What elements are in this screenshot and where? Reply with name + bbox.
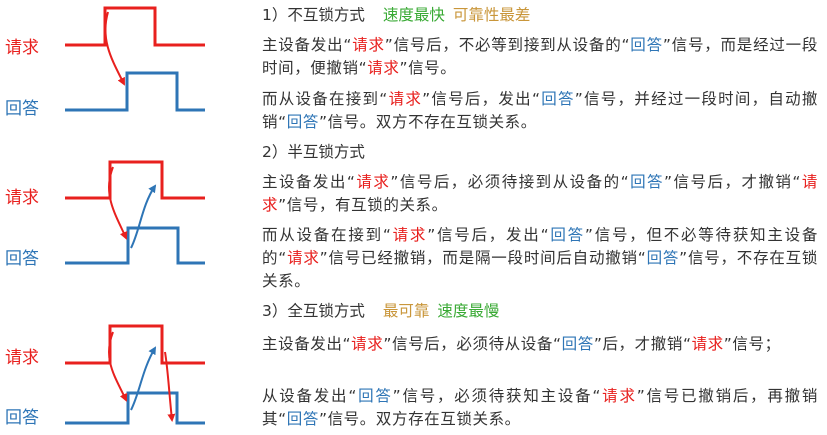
answer-term: 回答 (561, 335, 594, 353)
request-waveform (65, 324, 205, 365)
answer-term: 回答 (630, 36, 663, 54)
section-heading: 2）半互锁方式 (262, 141, 365, 163)
text-run: 而从设备在接到“ (262, 90, 388, 108)
answer-waveform (65, 391, 205, 425)
answer-term: 回答 (540, 90, 575, 108)
text-run: ”信号。双方不存在互锁关系。 (318, 113, 537, 131)
request-waveform (65, 6, 205, 47)
text-run: ”信号，必须待获知主设备“ (392, 387, 602, 405)
diagram-semi-interlocked (65, 160, 205, 265)
text-run: ”信号，有互锁的关系。 (278, 196, 448, 214)
diagram-non-interlocked (65, 6, 205, 112)
text-run: ”信号后，不必等到接到从设备的“ (384, 36, 631, 54)
request-term: 请求 (601, 387, 637, 405)
request-term: 请求 (691, 335, 724, 353)
request-term: 请求 (367, 59, 400, 77)
answer-waveform (65, 71, 205, 112)
paragraph: 而从设备在接到“请求”信号后，发出“回答”信号，并经过一段时间，自动撤销“回答”… (262, 88, 818, 134)
answer-term: 回答 (356, 387, 393, 405)
paragraph: 而从设备在接到“请求”信号后，发出“回答”信号，但不必等待获知主设备的“请求”信… (262, 224, 818, 293)
request-term: 请求 (391, 226, 428, 244)
request-term: 请求 (352, 36, 385, 54)
text-run: ”信号后，发出“ (422, 90, 541, 108)
text-run: ”后，才撤销“ (593, 335, 692, 353)
request-to-answer-arrow (104, 11, 125, 86)
request-term: 请求 (387, 90, 423, 108)
tag: 可靠性最差 (452, 6, 531, 24)
section-heading: 3）全互锁方式 最可靠 速度最慢 (262, 300, 499, 322)
request-to-answer-arrow (108, 331, 128, 402)
paragraph: 主设备发出“请求”信号后，必须待接到从设备的“回答”信号后，才撤销“请求”信号，… (262, 171, 818, 217)
text-run: ”信号后，发出“ (427, 226, 550, 244)
paragraph: 主设备发出“请求”信号后，不必等到接到从设备的“回答”信号，而是经过一段时间，便… (262, 34, 818, 80)
text-run: ”信号后，必须待接到从设备的“ (390, 173, 630, 191)
answer-term: 回答 (286, 410, 319, 428)
text-run: ”信号。 (399, 59, 457, 77)
text-run: ”信号后，才撤销“ (664, 173, 802, 191)
request-label: 请求 (5, 188, 39, 208)
answer-to-request-arrow (130, 184, 157, 249)
request-to-answer-arrow (108, 166, 128, 240)
answer-waveform (65, 226, 205, 265)
section-heading: 1）不互锁方式 速度最快 可靠性最差 (262, 4, 530, 26)
text-run: ”信号已经撤销，而是隔一段时间后自动撤销“ (319, 249, 647, 267)
text-run: 主设备发出“ (262, 36, 353, 54)
request-label: 请求 (5, 348, 39, 368)
answer-label: 回答 (5, 249, 39, 269)
handshake-timing-diagrams (65, 6, 205, 425)
answer-term: 回答 (286, 113, 319, 131)
text-run: 而从设备在接到“ (262, 226, 392, 244)
text-run: 主设备发出“ (262, 173, 356, 191)
request-term: 请求 (351, 335, 384, 353)
heading-text: 3）全互锁方式 (262, 302, 365, 320)
answer-term: 回答 (549, 226, 585, 244)
answer-label: 回答 (5, 99, 39, 119)
request-label: 请求 (5, 38, 39, 58)
answer-to-request-arrow (130, 346, 157, 411)
heading-text: 1）不互锁方式 (262, 6, 365, 24)
request-waveform (65, 160, 205, 200)
text-run: ”信号。双方存在互锁关系。 (318, 410, 521, 428)
tag: 速度最慢 (437, 302, 500, 320)
text-run: ”信号后，必须待从设备“ (383, 335, 562, 353)
paragraph: 从设备发出“回答”信号，必须待获知主设备“请求”信号已撤销后，再撤销其“回答”信… (262, 385, 818, 431)
answer-term: 回答 (629, 173, 665, 191)
request-term: 请求 (355, 173, 391, 191)
text-run: ”信号； (723, 335, 781, 353)
tag: 最可靠 (382, 302, 430, 320)
answer-term: 回答 (646, 249, 680, 267)
request-term: 请求 (286, 249, 320, 267)
text-run: 从设备发出“ (262, 387, 357, 405)
heading-text: 2）半互锁方式 (262, 143, 365, 161)
text-run: 主设备发出“ (262, 335, 352, 353)
diagram-fully-interlocked (65, 324, 205, 425)
paragraph: 主设备发出“请求”信号后，必须待从设备“回答”后，才撤销“请求”信号； (262, 333, 818, 356)
tag: 速度最快 (382, 6, 445, 24)
answer-label: 回答 (5, 408, 39, 428)
